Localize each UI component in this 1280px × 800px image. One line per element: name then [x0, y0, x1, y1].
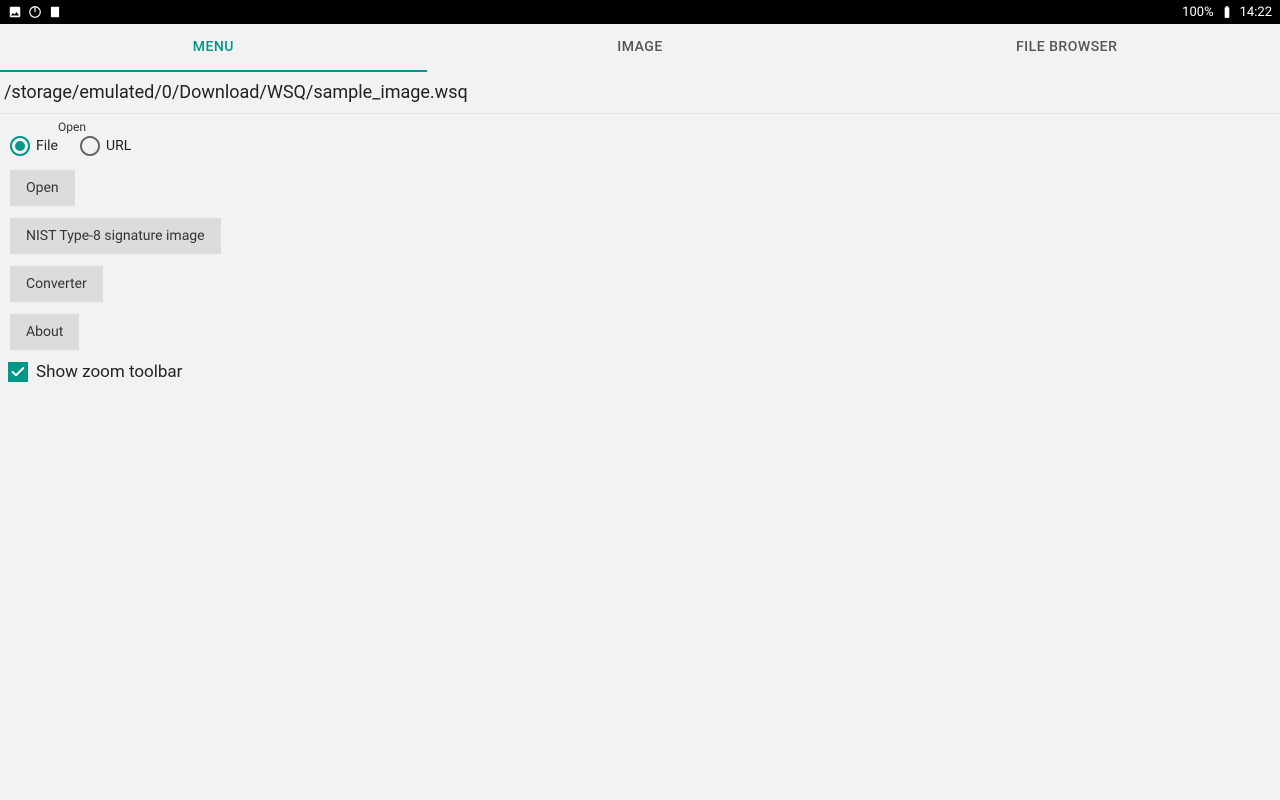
- show-zoom-toolbar-row: Show zoom toolbar: [0, 358, 1280, 386]
- open-group-label: Open: [58, 120, 1270, 134]
- show-zoom-toolbar-label: Show zoom toolbar: [36, 362, 182, 382]
- check-icon: [10, 364, 26, 380]
- power-icon: [28, 5, 42, 19]
- radio-indicator: [10, 136, 30, 156]
- tab-file-browser[interactable]: FILE BROWSER: [853, 24, 1280, 72]
- battery-percentage: 100%: [1182, 5, 1213, 20]
- nist-type8-button[interactable]: NIST Type-8 signature image: [10, 218, 221, 254]
- tab-bar: MENU IMAGE FILE BROWSER: [0, 24, 1280, 72]
- battery-icon: [1220, 5, 1234, 19]
- tab-image[interactable]: IMAGE: [427, 24, 854, 72]
- radio-file[interactable]: File: [10, 136, 58, 156]
- converter-button[interactable]: Converter: [10, 266, 103, 302]
- tab-label: IMAGE: [617, 39, 662, 55]
- show-zoom-toolbar-checkbox[interactable]: [8, 362, 28, 382]
- radio-indicator: [80, 136, 100, 156]
- tab-label: MENU: [193, 39, 234, 55]
- file-path-display: /storage/emulated/0/Download/WSQ/sample_…: [0, 72, 1280, 114]
- radio-url[interactable]: URL: [80, 136, 131, 156]
- open-radio-group: File URL: [10, 136, 1270, 156]
- radio-label: URL: [106, 138, 131, 154]
- status-bar: 100% 14:22: [0, 0, 1280, 24]
- document-icon: [48, 5, 62, 19]
- radio-label: File: [36, 138, 58, 154]
- status-right: 100% 14:22: [1182, 5, 1272, 20]
- button-column: Open NIST Type-8 signature image Convert…: [0, 162, 1280, 358]
- tab-menu[interactable]: MENU: [0, 24, 427, 72]
- status-left-icons: [8, 5, 62, 19]
- image-icon: [8, 5, 22, 19]
- open-button[interactable]: Open: [10, 170, 75, 206]
- clock-time: 14:22: [1240, 5, 1272, 20]
- about-button[interactable]: About: [10, 314, 79, 350]
- tab-label: FILE BROWSER: [1016, 39, 1117, 55]
- open-section: Open File URL: [0, 114, 1280, 162]
